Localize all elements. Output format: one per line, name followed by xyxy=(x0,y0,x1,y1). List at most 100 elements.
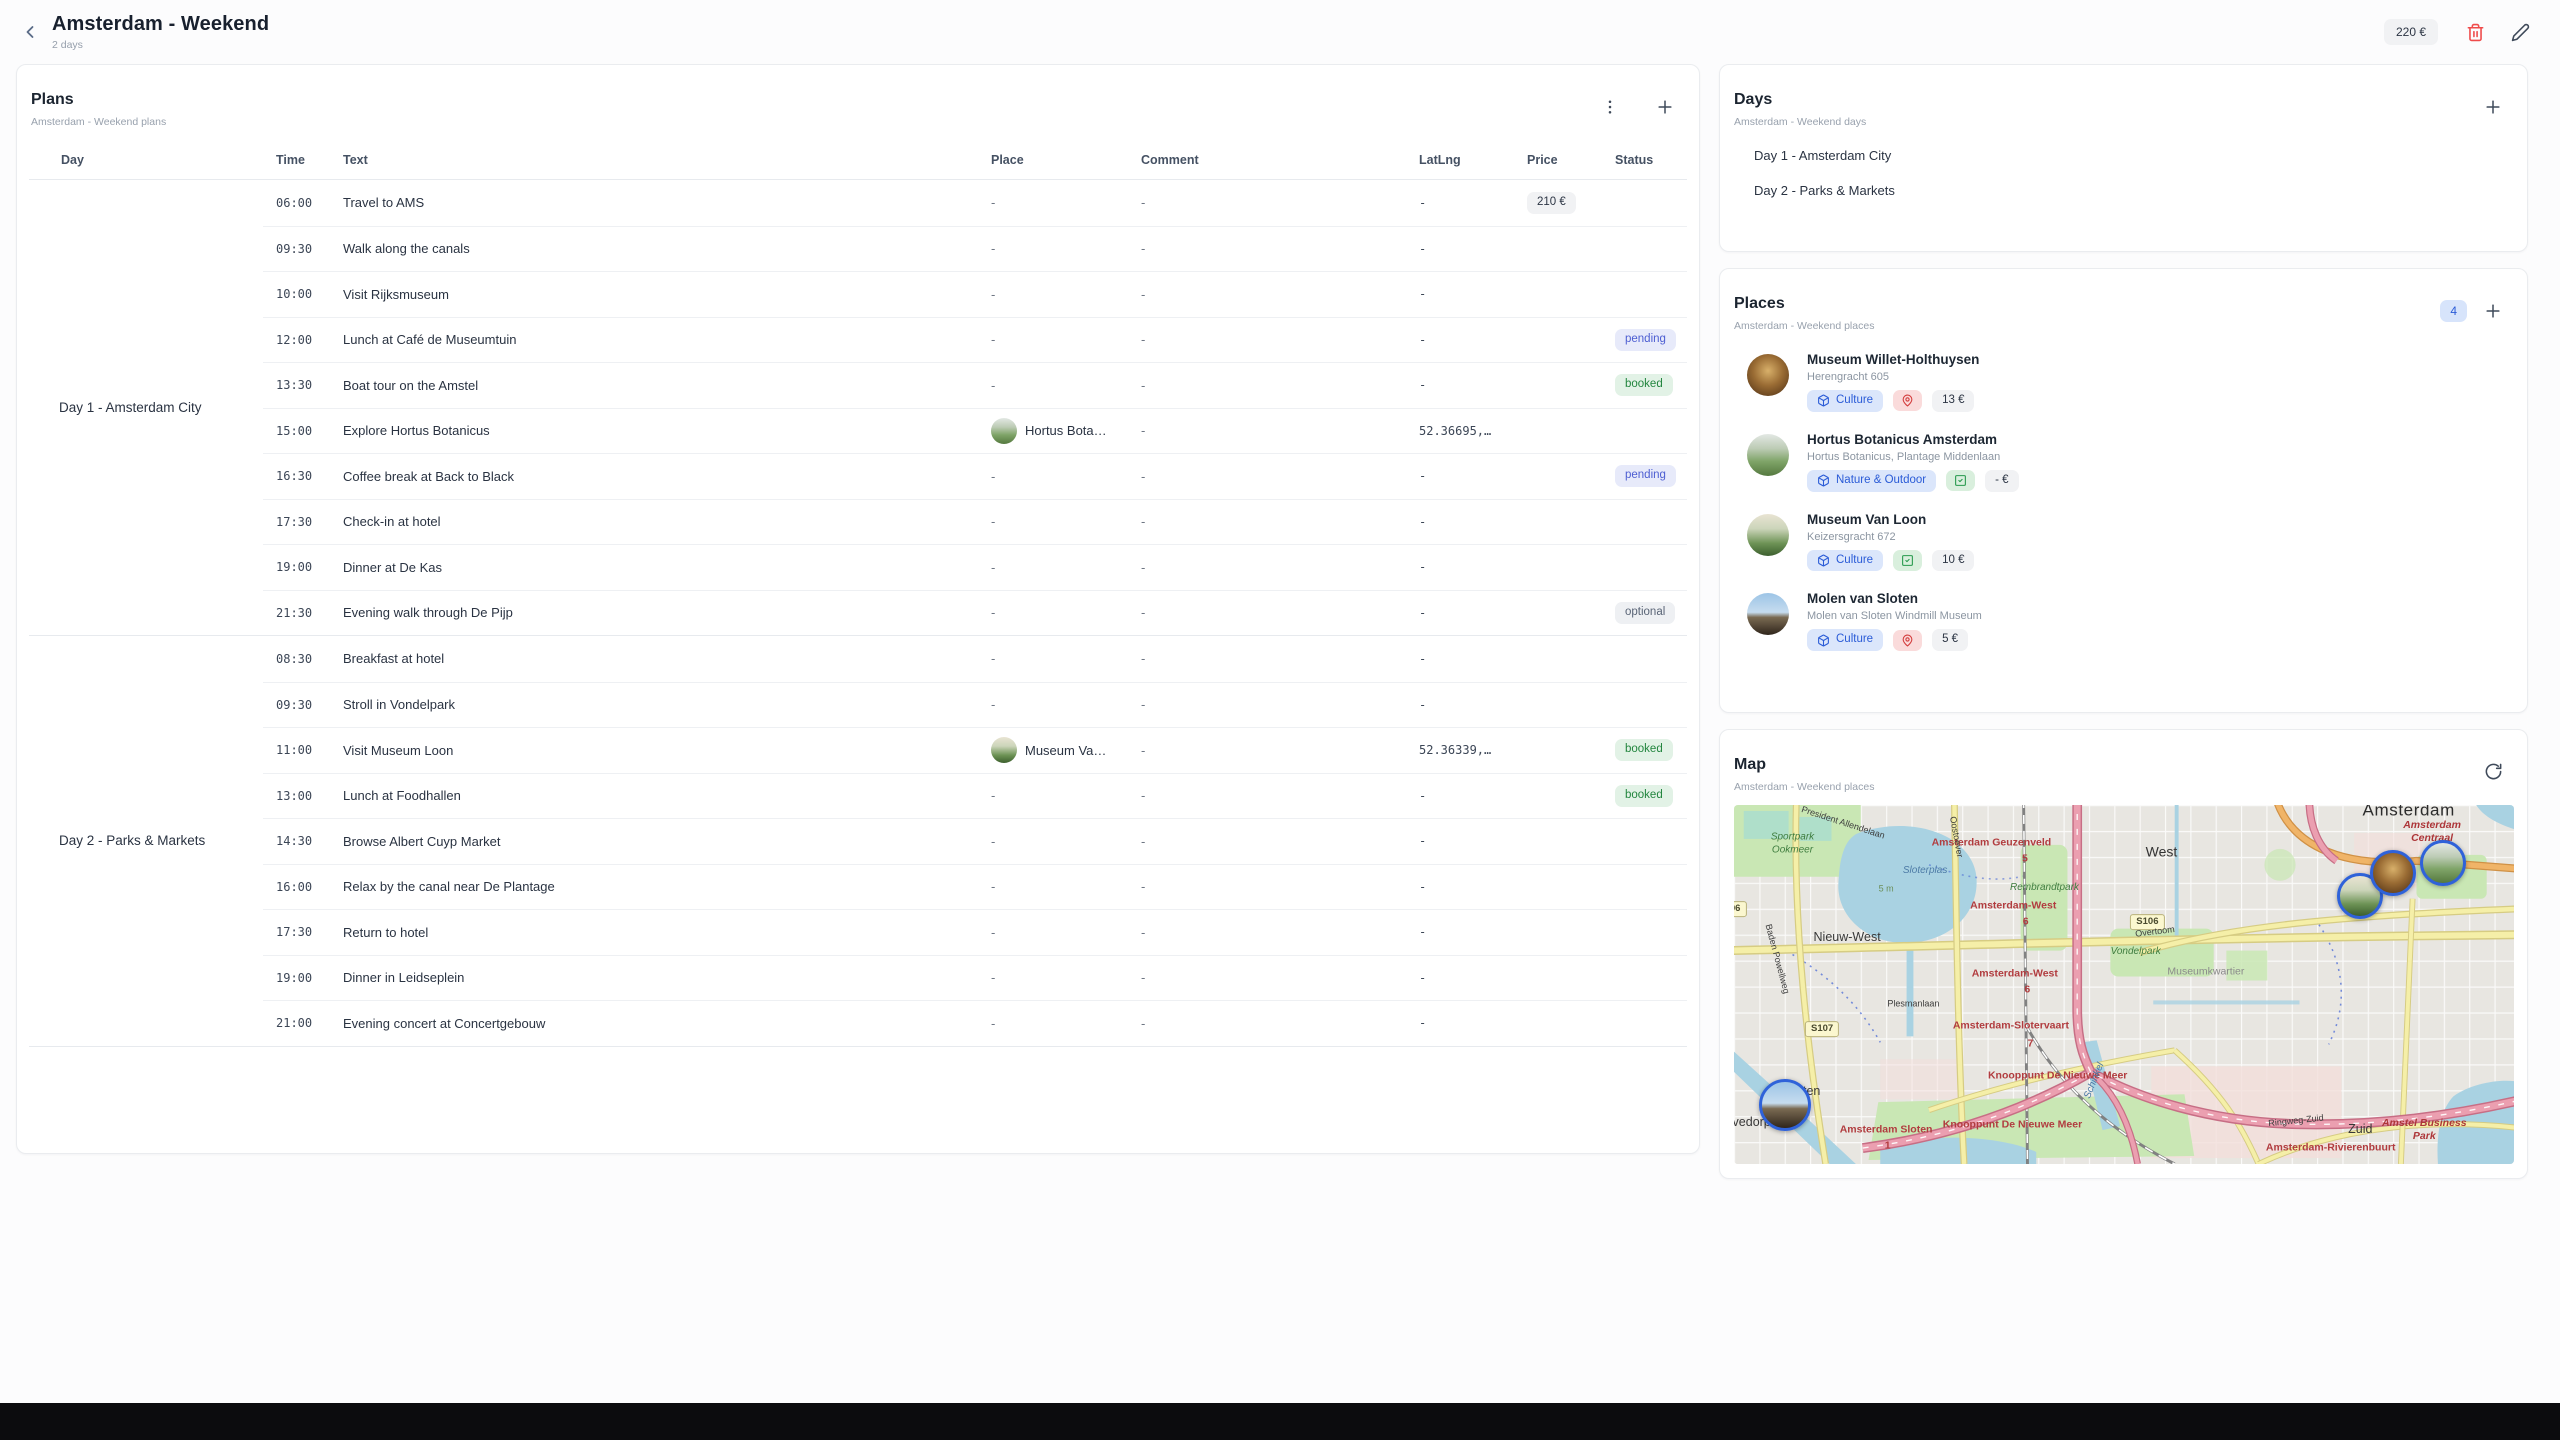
page-title: Amsterdam - Weekend xyxy=(52,13,269,36)
plan-row[interactable]: 17:30Check-in at hotel--- xyxy=(263,499,1687,545)
plan-row[interactable]: 09:30Walk along the canals--- xyxy=(263,226,1687,272)
day-list-item[interactable]: Day 1 - Amsterdam City xyxy=(1734,138,2513,173)
plan-cell-status: pending xyxy=(1609,465,1687,487)
plan-cell-text: Dinner in Leidseplein xyxy=(337,970,985,985)
plan-cell-text: Breakfast at hotel xyxy=(337,651,985,666)
plan-cell-comment: - xyxy=(1135,469,1413,484)
plan-cell-comment: - xyxy=(1135,241,1413,256)
trip-duration: 2 days xyxy=(52,39,269,51)
plan-row[interactable]: 12:00Lunch at Café de Museumtuin---pendi… xyxy=(263,317,1687,363)
plan-cell-time: 21:00 xyxy=(263,1016,337,1030)
category-badge: Culture xyxy=(1807,550,1883,572)
place-price-badge: 5 € xyxy=(1932,629,1968,651)
place-list-item[interactable]: Molen van SlotenMolen van Sloten Windmil… xyxy=(1720,581,2527,661)
plan-row[interactable]: 19:00Dinner in Leidseplein--- xyxy=(263,955,1687,1001)
plan-cell-text: Travel to AMS xyxy=(337,195,985,210)
plans-menu-button[interactable] xyxy=(1595,92,1625,122)
plan-cell-latlng: - xyxy=(1413,469,1521,483)
plan-cell-latlng: - xyxy=(1413,560,1521,574)
plan-cell-place: - xyxy=(985,287,1135,302)
column-header-status: Status xyxy=(1609,144,1687,179)
plan-row[interactable]: 06:00Travel to AMS---210 € xyxy=(263,180,1687,226)
plan-cell-text: Evening walk through De Pijp xyxy=(337,605,985,620)
plan-row[interactable]: 21:00Evening concert at Concertgebouw--- xyxy=(263,1000,1687,1046)
place-list-item[interactable]: Museum Van LoonKeizersgracht 672Culture1… xyxy=(1720,502,2527,582)
plan-cell-time: 06:00 xyxy=(263,196,337,210)
chevron-left-icon xyxy=(20,22,40,42)
day-group-label: Day 2 - Parks & Markets xyxy=(29,636,263,1046)
plan-cell-comment: - xyxy=(1135,514,1413,529)
refresh-icon xyxy=(2484,762,2503,781)
map-pin-badge xyxy=(1893,630,1922,651)
plans-card: Plans Amsterdam - Weekend plans DayTimeT… xyxy=(16,64,1700,1154)
map-pin-icon xyxy=(1901,394,1914,407)
place-list-item[interactable]: Hortus Botanicus Amsterdam Hortus Botanic… xyxy=(1720,422,2527,502)
back-button[interactable] xyxy=(14,16,46,48)
plan-cell-time: 17:30 xyxy=(263,515,337,529)
column-header-latlng: LatLng xyxy=(1413,144,1521,179)
plan-cell-time: 16:00 xyxy=(263,880,337,894)
plan-row[interactable]: 08:30Breakfast at hotel--- xyxy=(263,636,1687,682)
plan-row[interactable]: 11:00Visit Museum LoonMuseum Va…-52.3633… xyxy=(263,727,1687,773)
add-place-button[interactable] xyxy=(2477,295,2509,327)
plan-row[interactable]: 13:00Lunch at Foodhallen---booked xyxy=(263,773,1687,819)
day-list-item[interactable]: Day 2 - Parks & Markets xyxy=(1734,173,2513,208)
place-name-label: Hortus Bota… xyxy=(1025,423,1107,438)
place-name: Hortus Botanicus Amsterdam xyxy=(1807,432,2019,447)
column-header-price: Price xyxy=(1521,144,1609,179)
box-icon xyxy=(1817,394,1830,407)
plan-cell-place: - xyxy=(985,195,1135,210)
plan-day-group: Day 2 - Parks & Markets08:30Breakfast at… xyxy=(29,635,1687,1046)
plan-cell-time: 13:00 xyxy=(263,789,337,803)
plan-cell-place: - xyxy=(985,879,1135,894)
plan-cell-time: 08:30 xyxy=(263,652,337,666)
map-canvas[interactable]: AmsterdamAmsterdam CentraalSportpark Ook… xyxy=(1734,805,2514,1164)
plan-cell-text: Relax by the canal near De Plantage xyxy=(337,879,985,894)
plan-row[interactable]: 19:00Dinner at De Kas--- xyxy=(263,544,1687,590)
plan-cell-place: - xyxy=(985,514,1135,529)
plan-row[interactable]: 10:00Visit Rijksmuseum--- xyxy=(263,271,1687,317)
map-refresh-button[interactable] xyxy=(2478,756,2509,787)
plan-cell-comment: - xyxy=(1135,925,1413,940)
plan-cell-comment: - xyxy=(1135,743,1413,758)
place-list-item[interactable]: Museum Willet-HolthuysenHerengracht 605C… xyxy=(1720,342,2527,422)
days-title: Days xyxy=(1734,91,1866,109)
plan-row[interactable]: 09:30Stroll in Vondelpark--- xyxy=(263,682,1687,728)
plan-row[interactable]: 17:30Return to hotel--- xyxy=(263,909,1687,955)
plan-cell-latlng: - xyxy=(1413,789,1521,803)
plan-cell-place: Museum Va… xyxy=(985,737,1135,763)
plan-cell-price: 210 € xyxy=(1521,192,1609,214)
place-address: Keizersgracht 672 xyxy=(1807,531,1974,543)
map-place-marker[interactable] xyxy=(1759,1079,1811,1131)
plan-row[interactable]: 15:00Explore Hortus BotanicusHortus Bota… xyxy=(263,408,1687,454)
trash-icon xyxy=(2466,23,2485,42)
places-card: Places Amsterdam - Weekend places 4 Muse… xyxy=(1719,268,2528,713)
plan-cell-text: Boat tour on the Amstel xyxy=(337,378,985,393)
plan-row[interactable]: 14:30Browse Albert Cuyp Market--- xyxy=(263,818,1687,864)
plan-cell-time: 12:00 xyxy=(263,333,337,347)
plan-cell-text: Evening concert at Concertgebouw xyxy=(337,1016,985,1031)
delete-trip-button[interactable] xyxy=(2460,17,2491,48)
place-address: Hortus Botanicus, Plantage Middenlaan xyxy=(1807,451,2019,463)
map-place-marker[interactable] xyxy=(2420,840,2466,886)
plan-cell-comment: - xyxy=(1135,195,1413,210)
edit-trip-button[interactable] xyxy=(2505,17,2536,48)
add-plan-button[interactable] xyxy=(1649,91,1681,123)
bottom-bar xyxy=(0,1403,2560,1440)
plan-cell-time: 21:30 xyxy=(263,606,337,620)
plan-cell-text: Explore Hortus Botanicus xyxy=(337,423,985,438)
box-icon xyxy=(1817,474,1830,487)
plan-cell-latlng: - xyxy=(1413,925,1521,939)
check-badge xyxy=(1893,550,1922,571)
plan-cell-place: - xyxy=(985,469,1135,484)
plan-row[interactable]: 21:30Evening walk through De Pijp---opti… xyxy=(263,590,1687,636)
plan-cell-text: Lunch at Foodhallen xyxy=(337,788,985,803)
plan-row[interactable]: 16:30Coffee break at Back to Black---pen… xyxy=(263,453,1687,499)
add-day-button[interactable] xyxy=(2477,91,2509,123)
plan-row[interactable]: 16:00Relax by the canal near De Plantage… xyxy=(263,864,1687,910)
plan-cell-time: 11:00 xyxy=(263,743,337,757)
place-thumbnail xyxy=(991,737,1017,763)
plan-row[interactable]: 13:30Boat tour on the Amstel---booked xyxy=(263,362,1687,408)
map-place-marker[interactable] xyxy=(2370,850,2416,896)
plan-cell-text: Check-in at hotel xyxy=(337,514,985,529)
